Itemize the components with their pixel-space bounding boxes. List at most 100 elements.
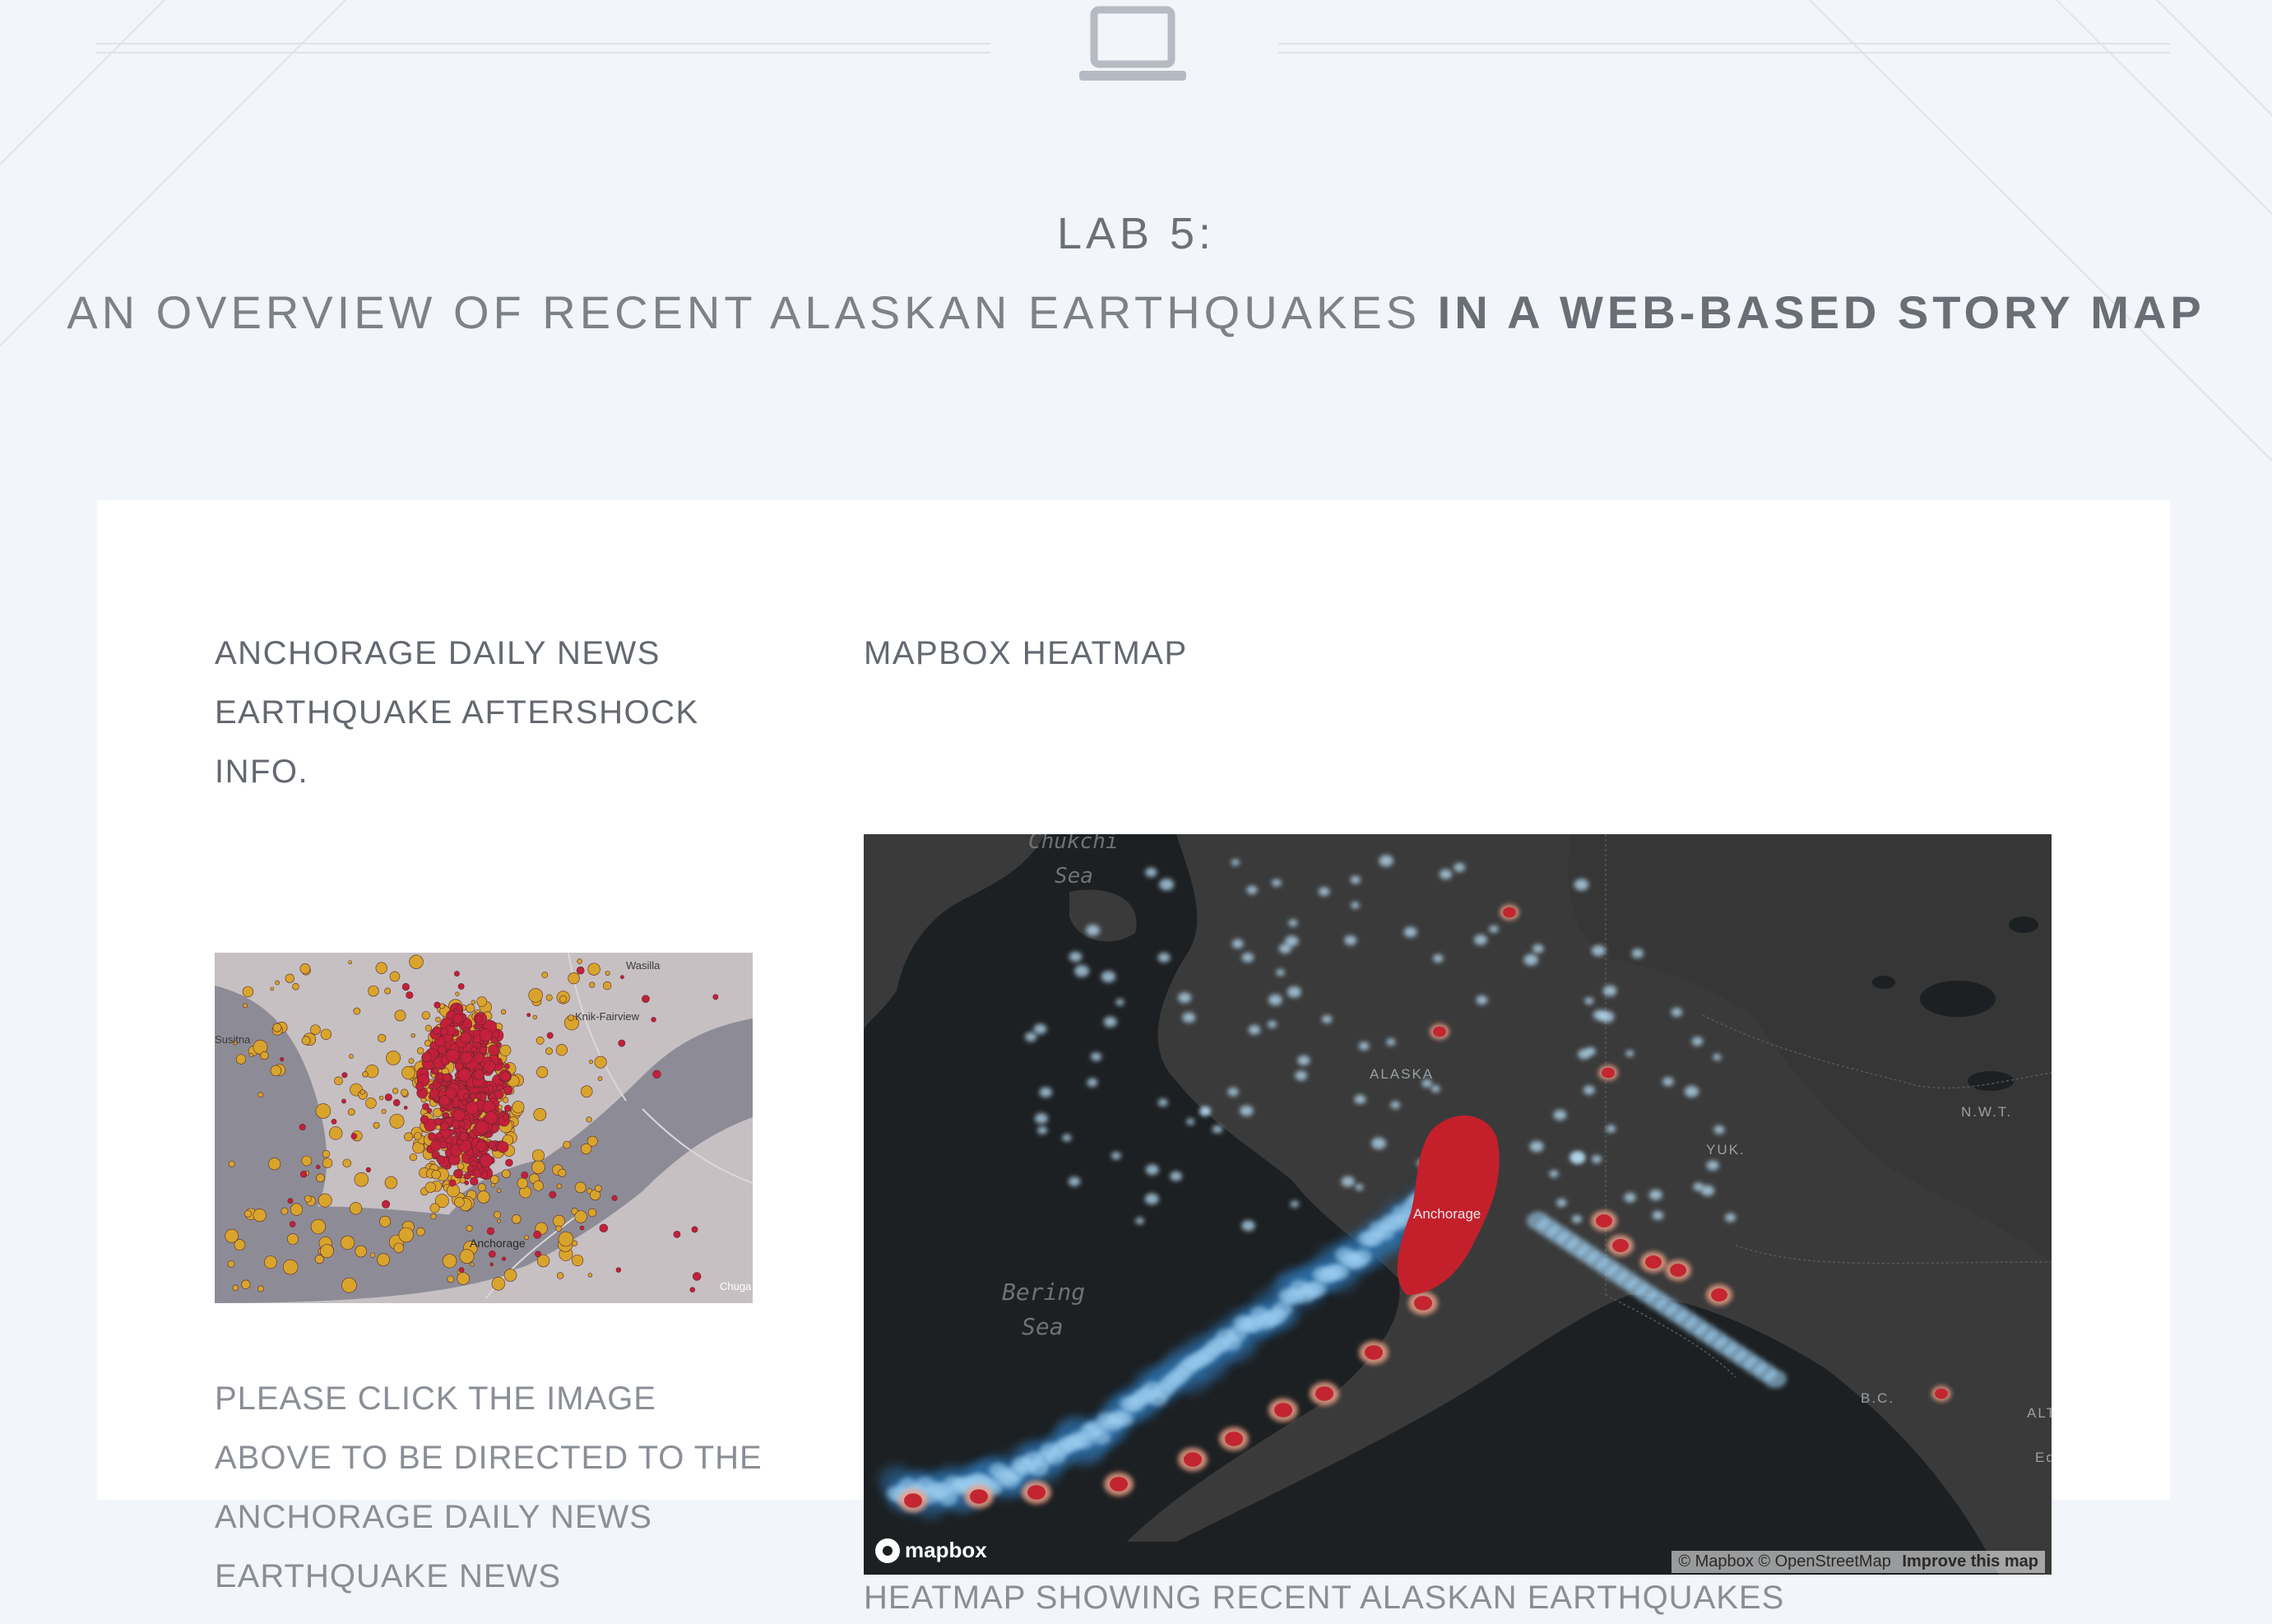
heat-blob (1170, 1171, 1182, 1181)
aftershock-dot (436, 1073, 444, 1081)
aftershock-dot (475, 1014, 483, 1023)
aftershock-dot (483, 1060, 496, 1073)
heat-blob (1068, 1176, 1081, 1186)
heat-blob (1039, 1087, 1052, 1097)
aftershock-dot (605, 970, 610, 976)
heat-blob (1278, 943, 1291, 954)
heat-blob (1135, 1217, 1144, 1225)
heatmap-map[interactable]: Chukchi Sea Bering Sea ALASKA Anchorage … (864, 834, 2052, 1575)
aftershock-dot (235, 1054, 247, 1065)
aftershock-dot (555, 1225, 562, 1232)
aftershock-dot (589, 981, 596, 988)
aftershock-dot (414, 1132, 422, 1140)
heat-blob (1027, 1485, 1046, 1500)
aftershock-dot (479, 1028, 493, 1042)
heat-blob (1439, 869, 1453, 879)
aftershock-dot (449, 1022, 455, 1028)
heat-blob (1321, 1014, 1333, 1023)
aftershock-dot (263, 1255, 277, 1269)
aftershock-dot (521, 1171, 529, 1179)
aftershock-dot (316, 1164, 321, 1170)
aftershock-dot (642, 995, 650, 1004)
aftershock-dot (232, 1284, 239, 1292)
aftershock-dot (401, 1088, 409, 1097)
aftershock-dot (362, 1071, 369, 1078)
attribution-text[interactable]: © Mapbox © OpenStreetMap (1678, 1552, 1891, 1571)
heat-blob (1414, 1296, 1432, 1311)
aftershock-dot (558, 1231, 574, 1247)
heat-blob (1110, 1477, 1128, 1492)
nwt-label: N.W.T. (1961, 1104, 2013, 1120)
aftershock-dot (228, 1160, 235, 1167)
heat-blob (1591, 1155, 1602, 1163)
aftershock-dot (460, 1051, 473, 1065)
aftershock-dot (689, 1287, 696, 1292)
left-column: ANCHORAGE DAILY NEWS EARTHQUAKE AFTERSHO… (215, 624, 774, 1594)
heat-blob (1297, 1055, 1310, 1066)
aftershock-dot (428, 1132, 437, 1141)
aftershock-dot (490, 1037, 498, 1044)
heat-blob (1101, 971, 1116, 983)
heat-blob (1584, 997, 1594, 1005)
aftershock-dot (314, 1255, 324, 1264)
aftershock-dot (470, 1176, 479, 1186)
aftershock-dot (454, 1062, 464, 1071)
heat-blob (1069, 951, 1083, 963)
heat-blob (1433, 1026, 1446, 1037)
aftershock-dot (452, 1014, 463, 1024)
heat-blob (1199, 1106, 1211, 1115)
susitna-label: Susitna (215, 1033, 251, 1046)
heatmap-map-canvas[interactable] (864, 834, 2052, 1575)
anchorage-news-heading: ANCHORAGE DAILY NEWS EARTHQUAKE AFTERSHO… (215, 624, 774, 801)
aftershock-dot (421, 1011, 430, 1020)
aftershock-dot (568, 1014, 574, 1021)
improve-map-link[interactable]: Improve this map (1902, 1552, 2038, 1571)
aftershock-dot (463, 1093, 470, 1099)
aftershock-dot (471, 1046, 477, 1053)
aftershock-dot (227, 1260, 235, 1268)
heat-blob (1700, 1185, 1715, 1196)
aftershock-dot (673, 1231, 681, 1238)
aftershock-dot (421, 1051, 433, 1063)
aftershock-dot (384, 1093, 392, 1102)
aftershock-dot (342, 1158, 352, 1168)
heat-blob (1231, 859, 1240, 866)
heat-blob (1272, 879, 1282, 887)
heat-blob (1184, 1452, 1202, 1467)
aftershock-dot (359, 1089, 365, 1095)
heat-blob (1489, 925, 1499, 933)
heat-blob (1341, 1176, 1355, 1187)
aftershock-dot (270, 1065, 282, 1077)
bering-sea-label: Sea (1022, 1313, 1064, 1340)
heat-blob (1556, 1198, 1567, 1208)
aftershock-dot (341, 1098, 346, 1104)
anchorage-aftershock-image-link[interactable]: Wasilla Knik-Fairview Susitna Anchorage … (215, 953, 753, 1303)
heat-blob (1267, 1020, 1277, 1028)
aftershock-dot (464, 1180, 470, 1186)
mapbox-logo[interactable]: mapbox (875, 1538, 987, 1563)
aftershock-dot (477, 1183, 486, 1192)
aftershock-dot (533, 1107, 547, 1121)
header-divider-right (1278, 43, 2170, 53)
heat-blob (1344, 935, 1357, 945)
aftershock-dot (471, 1000, 476, 1005)
aftershock-dot (301, 1155, 313, 1167)
click-instruction: PLEASE CLICK THE IMAGE ABOVE TO BE DIREC… (215, 1369, 774, 1606)
aftershock-dot (470, 1262, 475, 1267)
heat-blob (1645, 1255, 1662, 1269)
heat-blob (1111, 1152, 1121, 1160)
aftershock-dot (310, 1024, 321, 1035)
heat-blob (1706, 1160, 1719, 1171)
laptop-icon (1079, 6, 1186, 81)
aftershock-dot (553, 1214, 565, 1227)
aftershock-dot (354, 1172, 369, 1187)
aftershock-dot (587, 963, 600, 976)
aftershock-dot (503, 1113, 509, 1121)
aftershock-dot (466, 1004, 475, 1014)
aftershock-dot (477, 1190, 490, 1204)
aftershock-dot (436, 1155, 445, 1163)
aftershock-dot (479, 1046, 488, 1055)
aftershock-dot (270, 986, 275, 991)
aftershock-dot (497, 1218, 501, 1223)
heat-blob (1186, 1118, 1195, 1125)
